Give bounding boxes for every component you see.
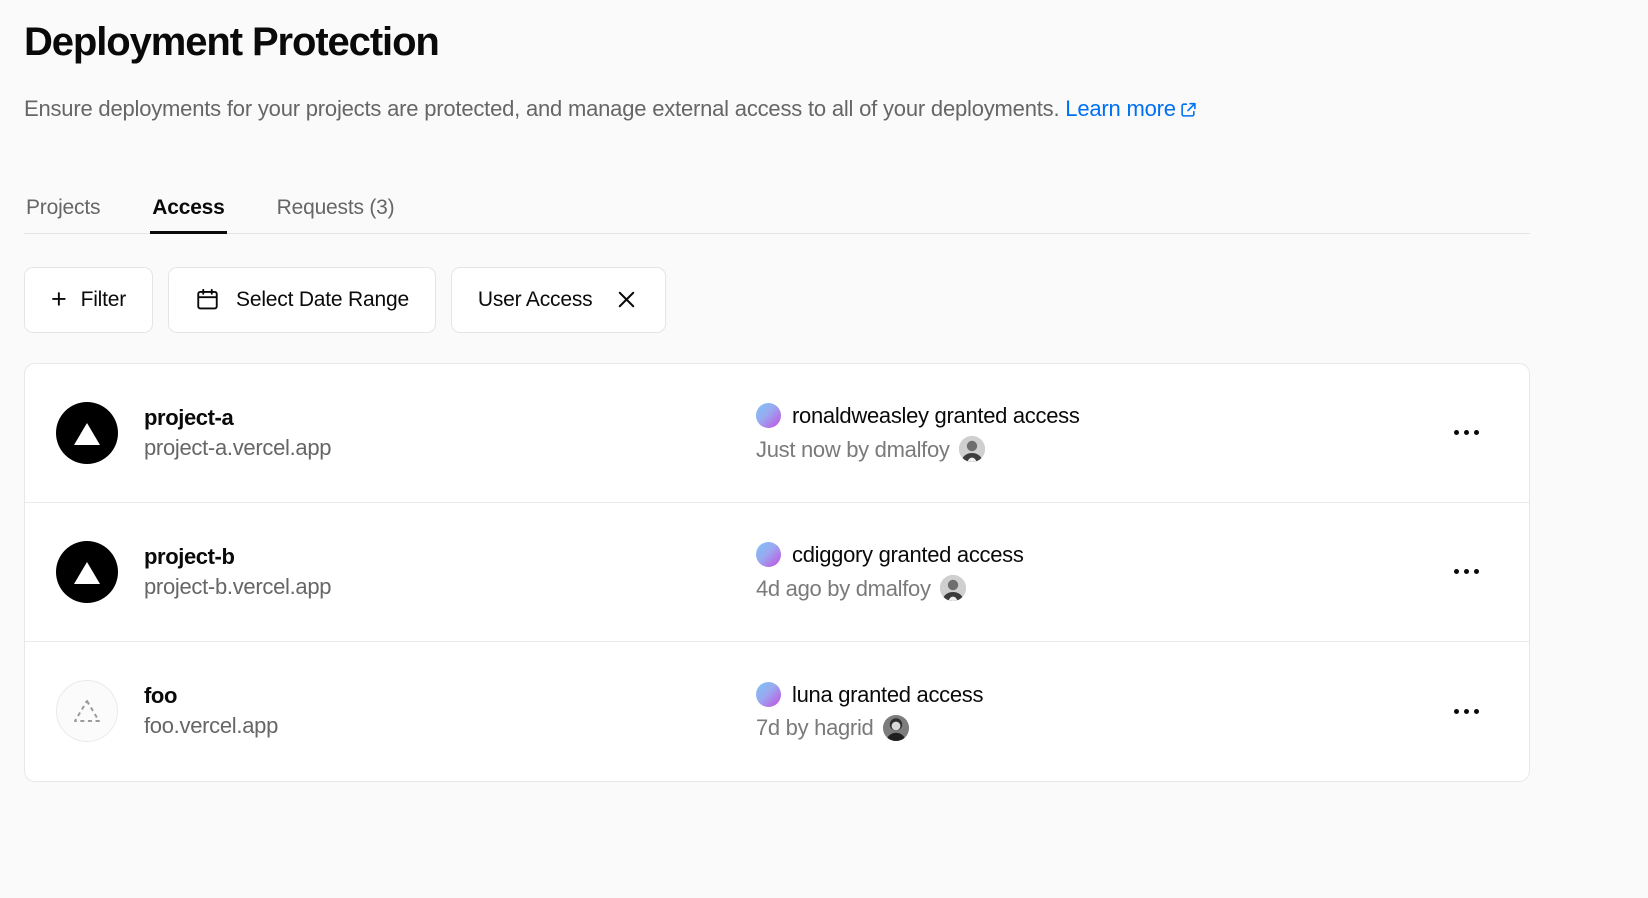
filter-bar: + Filter Select Date Range User Access bbox=[24, 266, 1624, 333]
active-filter-label: User Access bbox=[477, 287, 593, 311]
table-row[interactable]: project-a project-a.vercel.app ronaldwea… bbox=[25, 364, 1529, 503]
project-cell: project-b project-b.vercel.app bbox=[56, 540, 756, 603]
external-link-icon bbox=[1180, 96, 1197, 126]
activity-meta-line: 7d by hagrid bbox=[756, 714, 1437, 741]
vercel-triangle-icon bbox=[56, 401, 118, 464]
learn-more-link[interactable]: Learn more bbox=[1065, 96, 1197, 121]
page-subtitle-text: Ensure deployments for your projects are… bbox=[24, 96, 1060, 121]
project-domain: foo.vercel.app bbox=[144, 713, 278, 739]
activity-meta-text: Just now by dmalfoy bbox=[756, 436, 950, 462]
actor-avatar bbox=[939, 575, 966, 602]
active-filter-user-access[interactable]: User Access bbox=[450, 266, 667, 333]
dashed-triangle-icon bbox=[56, 680, 118, 743]
page-subtitle: Ensure deployments for your projects are… bbox=[24, 94, 1624, 126]
tab-bar: Projects Access Requests (3) bbox=[24, 174, 1530, 234]
tab-projects[interactable]: Projects bbox=[24, 196, 102, 234]
select-date-range-button[interactable]: Select Date Range bbox=[168, 266, 436, 333]
access-list-card: project-a project-a.vercel.app ronaldwea… bbox=[24, 362, 1530, 782]
deployment-protection-page: Deployment Protection Ensure deployments… bbox=[0, 0, 1648, 898]
project-name: foo bbox=[144, 683, 178, 708]
activity-cell: cdiggory granted access 4d ago by dmalfo… bbox=[756, 542, 1437, 602]
more-horizontal-icon bbox=[1453, 708, 1479, 714]
page-title: Deployment Protection bbox=[24, 20, 440, 64]
tab-requests[interactable]: Requests (3) bbox=[275, 196, 397, 234]
row-menu-button[interactable] bbox=[1437, 543, 1495, 601]
activity-line: cdiggory granted access bbox=[756, 542, 1437, 568]
activity-line: ronaldweasley granted access bbox=[756, 403, 1437, 429]
user-avatar bbox=[756, 542, 781, 568]
activity-text: luna granted access bbox=[792, 681, 984, 707]
project-domain: project-b.vercel.app bbox=[144, 573, 332, 599]
project-domain: project-a.vercel.app bbox=[144, 434, 332, 460]
actor-avatar bbox=[882, 714, 909, 741]
row-menu-button[interactable] bbox=[1437, 682, 1495, 740]
row-menu-button[interactable] bbox=[1437, 404, 1495, 462]
activity-meta-line: 4d ago by dmalfoy bbox=[756, 575, 1437, 602]
select-date-range-label: Select Date Range bbox=[236, 287, 409, 311]
user-avatar bbox=[756, 403, 781, 429]
tab-access[interactable]: Access bbox=[150, 196, 228, 234]
project-name: project-a bbox=[144, 404, 234, 430]
more-horizontal-icon bbox=[1453, 430, 1479, 436]
close-icon[interactable] bbox=[614, 287, 639, 312]
table-row[interactable]: project-b project-b.vercel.app cdiggory … bbox=[25, 503, 1529, 642]
plus-icon: + bbox=[51, 284, 67, 315]
calendar-icon bbox=[195, 287, 220, 312]
activity-line: luna granted access bbox=[756, 682, 1437, 707]
activity-text: cdiggory granted access bbox=[792, 542, 1024, 568]
project-cell: project-a project-a.vercel.app bbox=[56, 401, 756, 464]
user-avatar bbox=[756, 681, 781, 707]
activity-cell: ronaldweasley granted access Just now by… bbox=[756, 403, 1437, 463]
add-filter-label: Filter bbox=[80, 287, 127, 311]
add-filter-button[interactable]: + Filter bbox=[24, 266, 154, 333]
table-row[interactable]: foo foo.vercel.app luna granted access 7… bbox=[25, 642, 1529, 781]
vercel-triangle-icon bbox=[56, 540, 118, 603]
activity-meta-text: 4d ago by dmalfoy bbox=[756, 575, 931, 601]
activity-meta-line: Just now by dmalfoy bbox=[756, 436, 1437, 463]
activity-cell: luna granted access 7d by hagrid bbox=[756, 682, 1437, 741]
activity-meta-text: 7d by hagrid bbox=[756, 715, 874, 741]
learn-more-label: Learn more bbox=[1065, 96, 1176, 121]
project-cell: foo foo.vercel.app bbox=[56, 680, 756, 743]
project-name: project-b bbox=[144, 543, 235, 569]
actor-avatar bbox=[958, 436, 985, 463]
activity-text: ronaldweasley granted access bbox=[792, 403, 1080, 429]
more-horizontal-icon bbox=[1453, 569, 1479, 575]
